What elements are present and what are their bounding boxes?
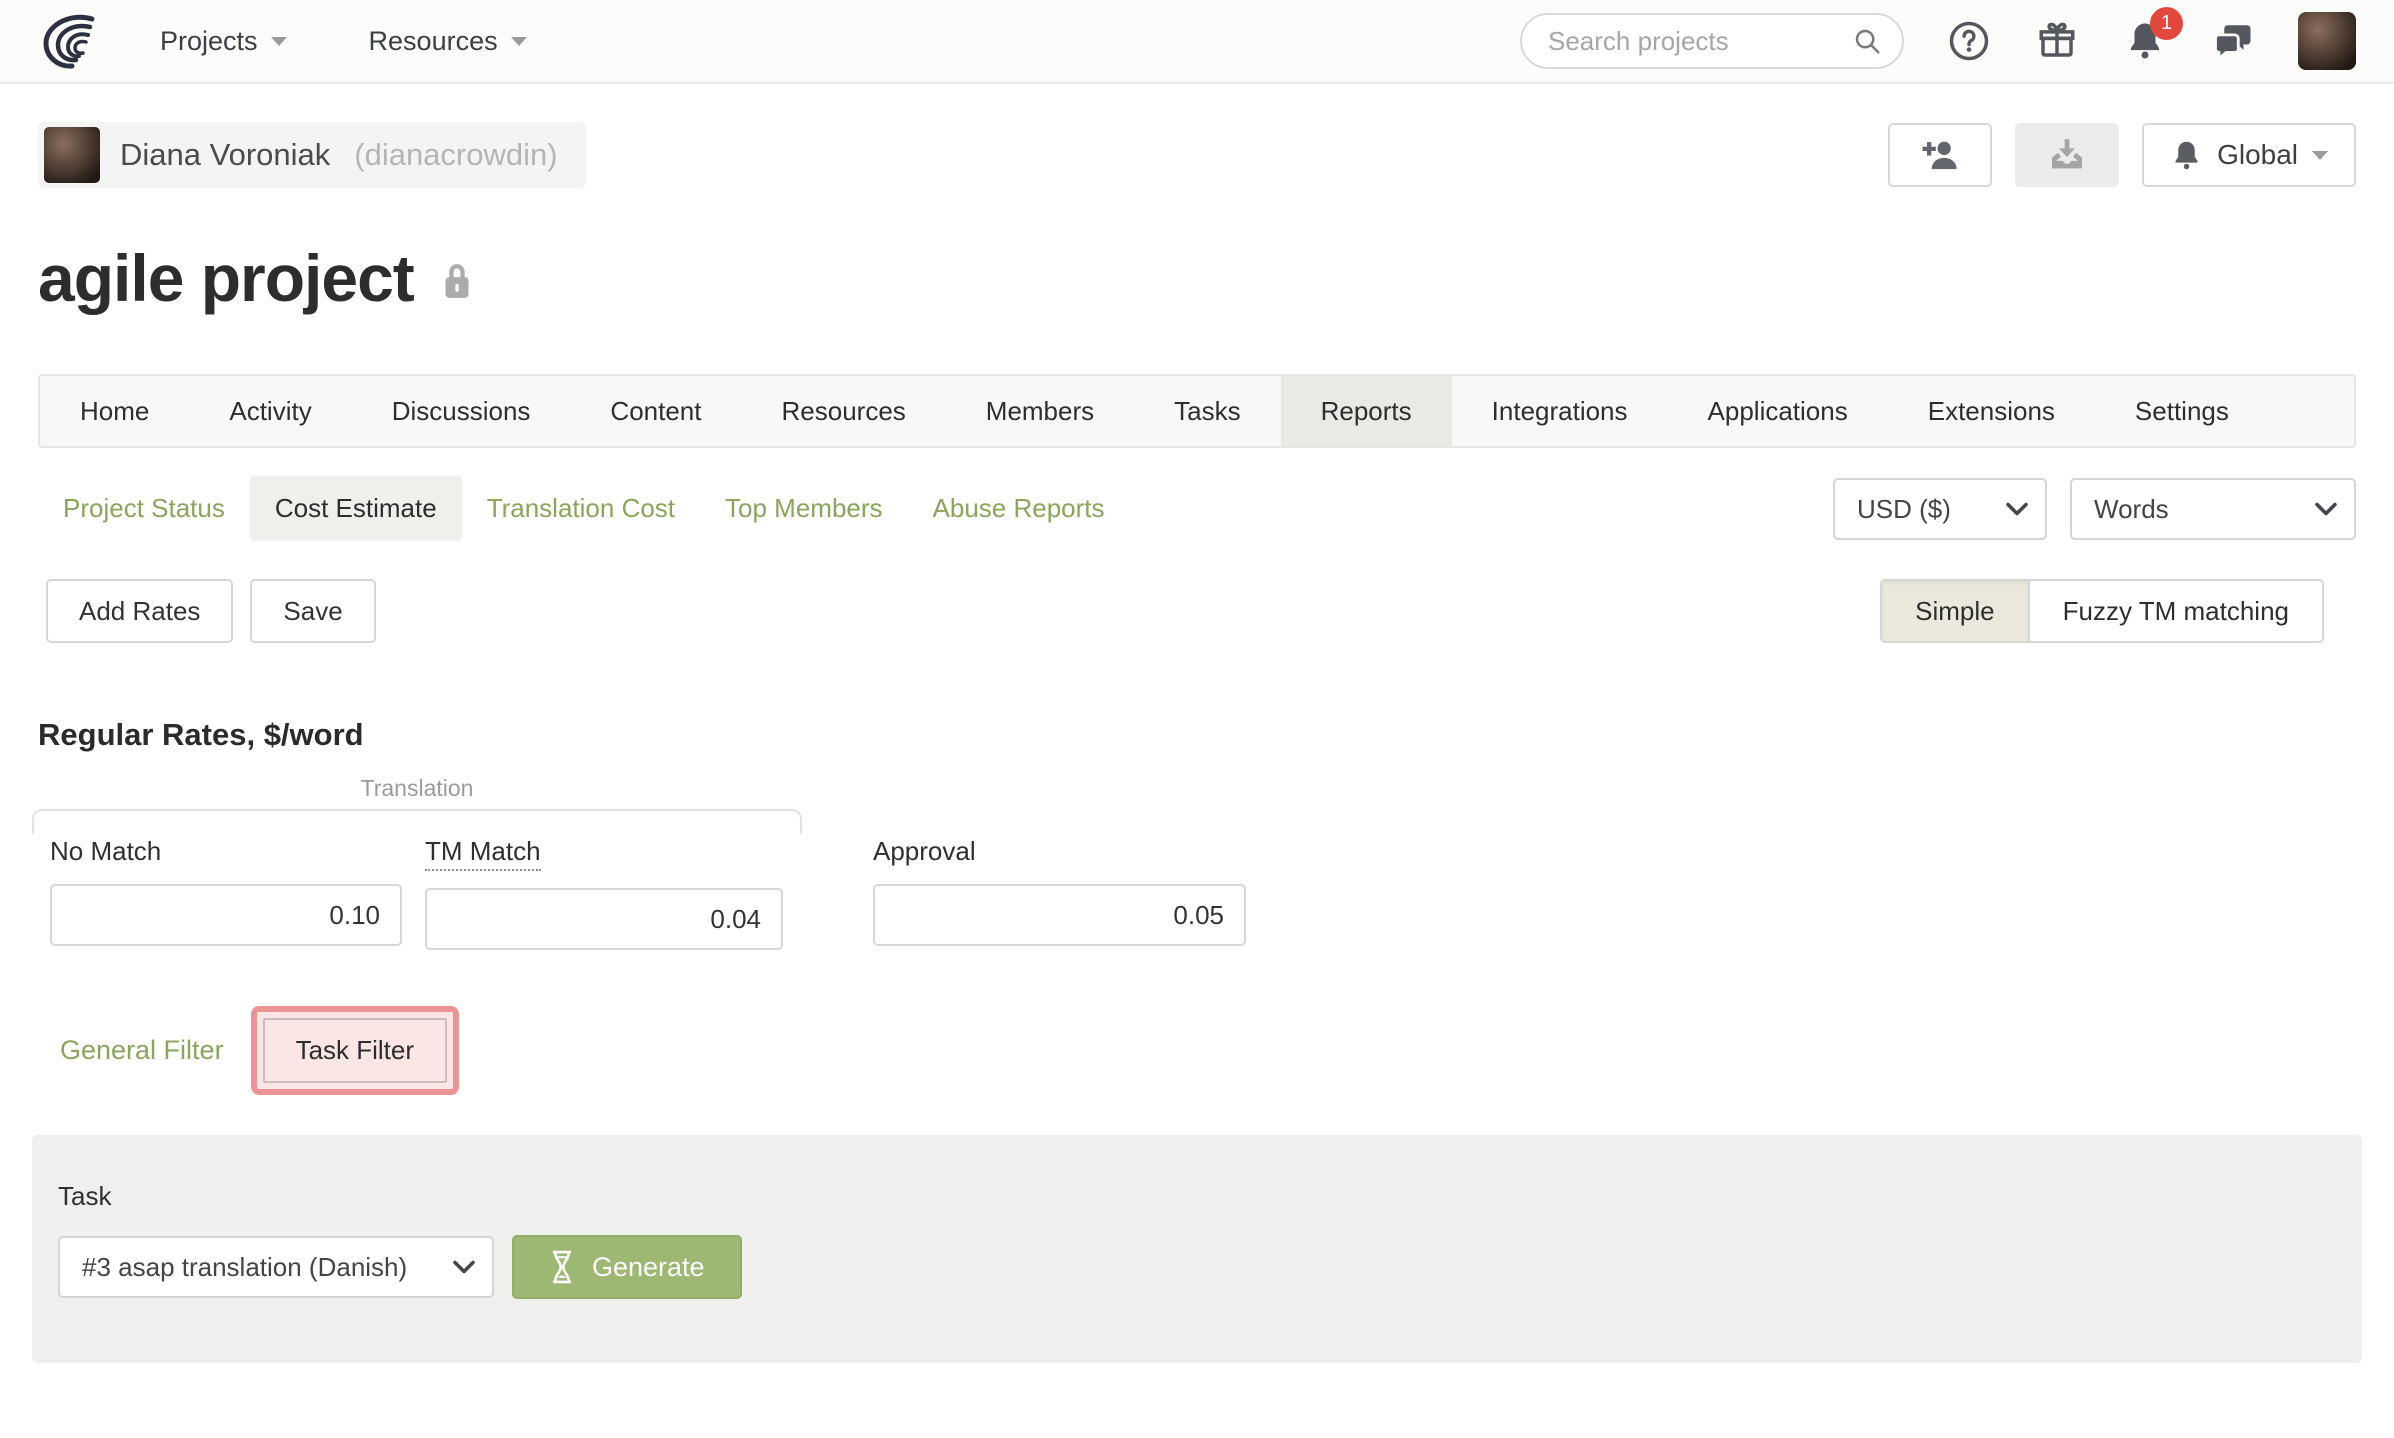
messages-icon — [2214, 25, 2251, 62]
rates-mode-toggle: Simple Fuzzy TM matching — [1880, 579, 2324, 643]
gift-icon — [2039, 22, 2075, 57]
task-controls: #3 asap translation (Danish) Generate — [58, 1235, 2336, 1299]
task-filter-tab[interactable]: Task Filter — [262, 1018, 448, 1083]
no-match-input[interactable] — [50, 884, 402, 946]
approval-label: Approval — [873, 836, 976, 866]
rates-actions-row: Add Rates Save Simple Fuzzy TM matching — [46, 579, 2356, 643]
notifications-button[interactable]: 1 — [2124, 7, 2183, 62]
translation-group-label: Translation — [360, 775, 474, 801]
generate-button[interactable]: Generate — [512, 1235, 742, 1299]
help-button[interactable] — [1948, 20, 1990, 62]
gifts-button[interactable] — [2036, 20, 2078, 62]
owner-handle: (dianacrowdin) — [354, 137, 558, 172]
tab-integrations[interactable]: Integrations — [1452, 376, 1668, 446]
subtab-cost-estimate[interactable]: Cost Estimate — [249, 476, 462, 541]
task-filter-highlight: Task Filter — [250, 1006, 460, 1095]
inbox-download-icon — [2052, 139, 2083, 169]
save-button[interactable]: Save — [250, 579, 376, 643]
crowdin-logo-icon[interactable] — [38, 11, 102, 71]
owner-name: Diana Voroniak — [120, 137, 331, 172]
search-icon — [1855, 29, 1880, 54]
tab-discussions[interactable]: Discussions — [352, 376, 571, 446]
user-avatar-menu[interactable] — [2298, 12, 2356, 70]
global-notifications-button[interactable]: Global — [2142, 123, 2356, 187]
page-title: agile project — [38, 241, 415, 315]
download-button[interactable] — [2015, 123, 2120, 187]
owner-avatar — [44, 127, 100, 183]
tab-activity[interactable]: Activity — [189, 376, 351, 446]
hourglass-icon — [552, 1250, 572, 1284]
nav-icons: 1 — [1948, 7, 2254, 62]
tab-applications[interactable]: Applications — [1668, 376, 1888, 446]
tab-resources[interactable]: Resources — [742, 376, 946, 446]
tab-content[interactable]: Content — [570, 376, 741, 446]
title-row: agile project — [38, 240, 2356, 316]
messages-button[interactable] — [2212, 20, 2254, 62]
chevron-down-icon — [2312, 150, 2328, 160]
tab-home[interactable]: Home — [40, 376, 189, 446]
bell-icon — [2175, 141, 2198, 169]
nav-menu-resources[interactable]: Resources — [369, 26, 527, 57]
invite-people-button[interactable] — [1888, 123, 1993, 187]
header-actions: Global — [1888, 123, 2356, 187]
no-match-field: No Match — [50, 836, 402, 950]
report-subtabs-row: Project Status Cost Estimate Translation… — [38, 476, 2356, 541]
task-panel: Task #3 asap translation (Danish) Genera… — [32, 1135, 2362, 1363]
project-owner-link[interactable]: Diana Voroniak (dianacrowdin) — [38, 122, 586, 188]
chevron-down-icon — [510, 36, 527, 46]
currency-select[interactable]: USD ($) — [1833, 477, 2047, 540]
person-plus-icon — [1922, 141, 1957, 170]
no-match-label: No Match — [50, 836, 162, 866]
tab-reports[interactable]: Reports — [1280, 376, 1452, 446]
nav-menus: Projects Resources — [160, 26, 527, 57]
subtab-translation-cost[interactable]: Translation Cost — [462, 476, 700, 541]
tab-settings[interactable]: Settings — [2095, 376, 2269, 446]
tab-extensions[interactable]: Extensions — [1888, 376, 2095, 446]
tab-members[interactable]: Members — [946, 376, 1134, 446]
lock-icon — [445, 264, 469, 298]
add-rates-button[interactable]: Add Rates — [46, 579, 234, 643]
nav-menu-projects[interactable]: Projects — [160, 26, 287, 57]
task-select-wrap: #3 asap translation (Danish) — [58, 1236, 494, 1298]
tab-tasks[interactable]: Tasks — [1134, 376, 1280, 446]
generate-label: Generate — [592, 1251, 705, 1282]
approval-field: Approval — [873, 836, 1246, 950]
search-box[interactable] — [1520, 13, 1904, 69]
help-icon — [1949, 21, 1989, 61]
search-input[interactable] — [1548, 25, 1852, 57]
top-navbar: Projects Resources Search projects 1 — [0, 0, 2394, 84]
subtab-project-status[interactable]: Project Status — [38, 476, 250, 541]
mode-fuzzy-tm-button[interactable]: Fuzzy TM matching — [2029, 581, 2322, 641]
translation-group-border — [32, 809, 802, 834]
filters-row: General Filter Task Filter — [60, 1006, 2356, 1095]
rates-group: Translation No Match TM Match Approval — [32, 775, 2356, 950]
currency-select-wrap: USD ($) — [1833, 477, 2047, 540]
unit-select[interactable]: Words — [2070, 477, 2356, 540]
subtab-abuse-reports[interactable]: Abuse Reports — [908, 476, 1130, 541]
nav-menu-resources-label: Resources — [368, 25, 498, 56]
nav-menu-projects-label: Projects — [160, 25, 258, 56]
approval-input[interactable] — [873, 884, 1246, 946]
task-select[interactable]: #3 asap translation (Danish) — [58, 1236, 494, 1298]
subtab-top-members[interactable]: Top Members — [700, 476, 908, 541]
rates-fields-row: No Match TM Match Approval — [32, 836, 2356, 950]
mode-simple-button[interactable]: Simple — [1882, 581, 2030, 641]
global-label: Global — [2217, 139, 2298, 170]
tm-match-input[interactable] — [425, 888, 783, 950]
rates-heading: Regular Rates, $/word — [38, 717, 364, 752]
project-tabbar: Home Activity Discussions Content Resour… — [38, 374, 2356, 448]
general-filter-tab[interactable]: General Filter — [60, 1035, 224, 1066]
tm-match-label: TM Match — [425, 836, 541, 871]
project-header-row: Diana Voroniak (dianacrowdin) Global — [38, 122, 2356, 188]
chevron-down-icon — [270, 36, 287, 46]
tm-match-field: TM Match — [425, 836, 783, 950]
unit-select-wrap: Words — [2070, 477, 2356, 540]
notification-badge: 1 — [2150, 7, 2183, 40]
task-label: Task — [58, 1181, 112, 1211]
